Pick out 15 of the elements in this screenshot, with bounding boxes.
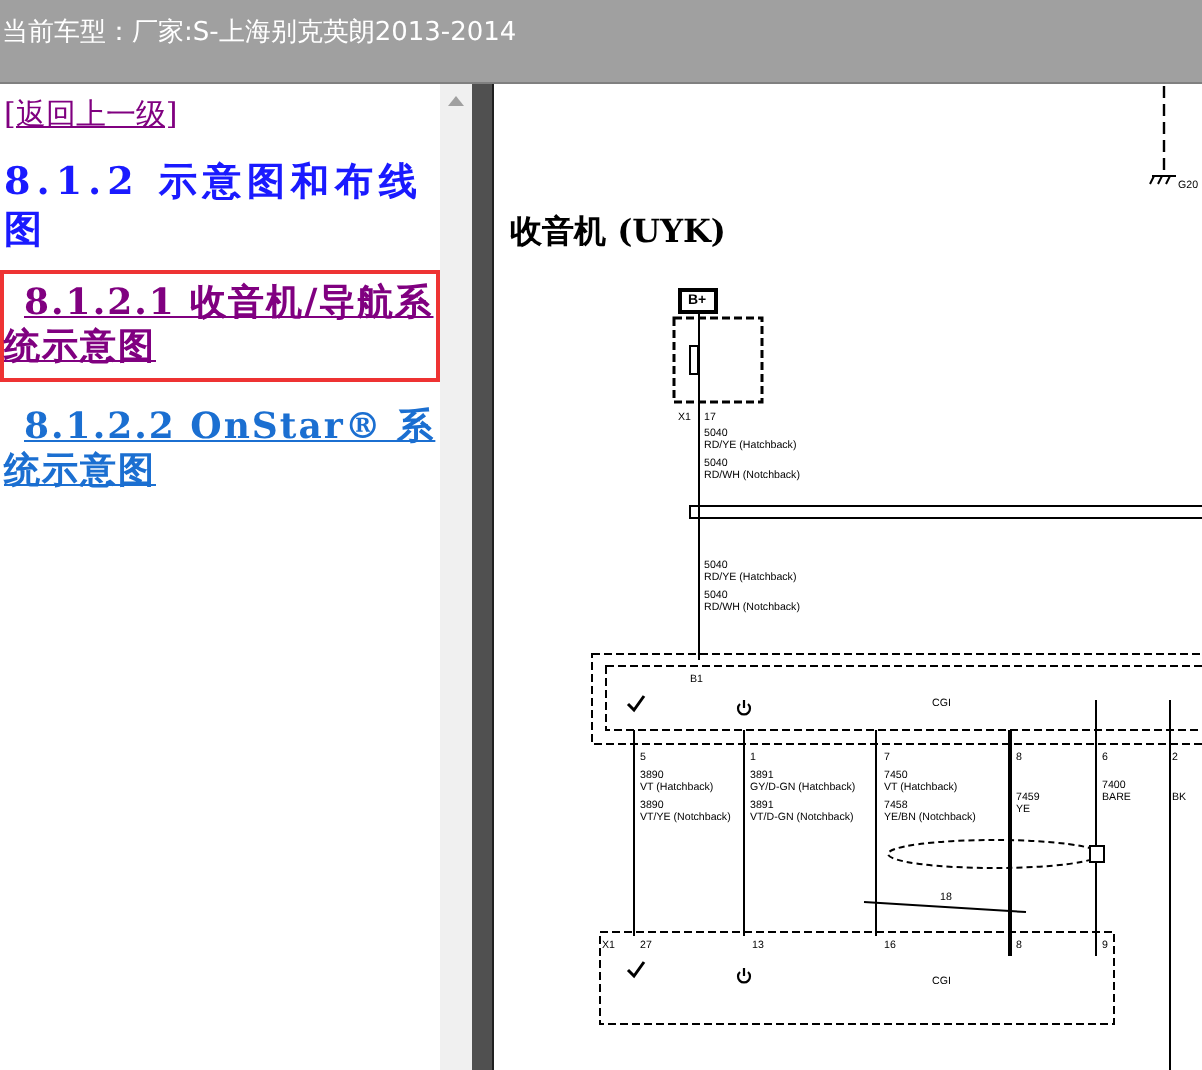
back-link[interactable]: [返回上一级] [0,88,440,141]
section-link[interactable]: 8.1.2 示意图和布线图 [0,153,440,257]
scroll-up-icon [448,96,464,106]
ground-symbol-drawing [1149,86,1177,185]
power-icon [736,700,752,716]
shield-box [1089,845,1105,863]
window-title: 当前车型：厂家:S-上海别克英朗2013-2014 [2,18,517,48]
splitter[interactable] [472,84,492,1070]
scrollbar[interactable] [440,84,472,1070]
check-icon [626,695,646,713]
power-icon [736,968,752,984]
diagram-title: 收音机 (UYK) [510,212,726,250]
chapter-link[interactable]: 8.1.2.2 OnStar® 系统示意图 [0,393,440,505]
check-icon [626,961,646,979]
chapter-link[interactable]: 8.1.2.1 收音机/导航系统示意图 [0,269,440,381]
